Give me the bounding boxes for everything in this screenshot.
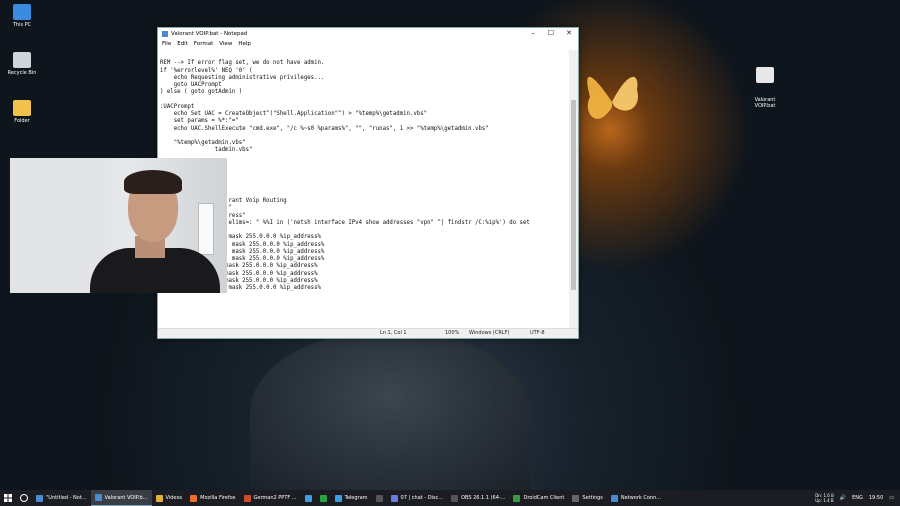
menu-help[interactable]: Help <box>238 41 251 47</box>
taskbar-item-label: 07 | chat - Disc... <box>400 495 444 501</box>
taskbar-item-label: Network Conn... <box>620 495 662 501</box>
wall-device <box>198 203 214 255</box>
window-title: Valorant VOIP.bat - Notepad <box>171 30 248 37</box>
taskbar-item-label: Valorant VOIP.b... <box>104 494 148 501</box>
taskbar-item[interactable]: 07 | chat - Disc... <box>387 490 448 506</box>
taskbar-item[interactable]: German2 PPTF ... <box>240 490 301 506</box>
system-tray: Dn: 1.6 B Up: 1.4 B 🔊 ENG 19:50 ▭ <box>815 490 900 506</box>
maximize-button[interactable]: ☐ <box>542 28 560 39</box>
zoom-level: 100% <box>445 330 460 336</box>
taskbar-item-label: Videos <box>165 495 183 501</box>
line-ending: Windows (CRLF) <box>469 330 510 336</box>
app-icon <box>243 494 251 502</box>
scrollbar-thumb[interactable] <box>571 100 576 290</box>
title-bar[interactable]: Valorant VOIP.bat - Notepad – ☐ ✕ <box>158 28 578 39</box>
volume-icon[interactable]: 🔊 <box>840 495 846 501</box>
status-bar: Ln 1, Col 1 100% Windows (CRLF) UTF-8 <box>158 328 578 338</box>
app-icon <box>155 494 163 502</box>
menu-format[interactable]: Format <box>194 41 213 47</box>
taskbar-item[interactable]: Settings <box>568 490 607 506</box>
taskbar-item[interactable] <box>372 490 387 506</box>
app-icon <box>304 494 312 502</box>
taskbar-item[interactable]: Valorant VOIP.b... <box>90 490 152 506</box>
windows-icon <box>4 494 12 502</box>
app-icon <box>334 494 342 502</box>
taskbar-item-label: Mozilla Firefox <box>200 495 236 501</box>
search-button[interactable] <box>16 490 32 506</box>
taskbar-item-label: OBS 26.1.1 (64-... <box>461 495 506 501</box>
start-button[interactable] <box>0 490 16 506</box>
taskbar-item[interactable] <box>316 490 331 506</box>
vertical-scrollbar[interactable] <box>569 50 578 329</box>
recycle-bin-icon <box>13 52 31 68</box>
encoding: UTF-8 <box>530 330 545 336</box>
taskbar-items: "Untitled - Not... Valorant VOIP.b... Vide… <box>32 490 665 506</box>
close-button[interactable]: ✕ <box>560 28 578 39</box>
webcam-overlay <box>10 158 227 293</box>
app-icon <box>94 494 102 501</box>
wallpaper-cat <box>250 330 530 495</box>
wallpaper-butterfly <box>587 76 638 119</box>
taskbar-item-label: Telegram <box>344 495 368 501</box>
taskbar-item[interactable]: "Untitled - Not... <box>32 490 91 506</box>
app-icon <box>572 494 580 502</box>
computer-icon <box>13 4 31 20</box>
taskbar-item[interactable]: Telegram <box>331 490 372 506</box>
taskbar-item[interactable]: Videos <box>152 490 187 506</box>
taskbar-item[interactable]: Mozilla Firefox <box>186 490 239 506</box>
app-icon <box>451 494 459 502</box>
cursor-position: Ln 1, Col 1 <box>380 330 407 336</box>
clock[interactable]: 19:50 <box>869 495 883 501</box>
network-speed: Dn: 1.6 B Up: 1.4 B <box>815 493 834 503</box>
taskbar-item-label: Settings <box>582 495 603 501</box>
app-icon <box>610 494 618 502</box>
search-icon <box>20 494 28 502</box>
desktop-icon-folder[interactable]: Folder <box>2 100 42 124</box>
desktop-icon-valorant-voip[interactable]: Valorant VOIP.bat <box>745 55 785 115</box>
taskbar-item-label: "Untitled - Not... <box>46 495 87 501</box>
app-icon <box>190 494 198 502</box>
language-indicator[interactable]: ENG <box>852 495 863 501</box>
app-icon <box>319 494 327 502</box>
taskbar: "Untitled - Not... Valorant VOIP.b... Vide… <box>0 490 900 506</box>
person-hair <box>124 170 182 194</box>
menu-edit[interactable]: Edit <box>177 41 188 47</box>
minimize-button[interactable]: – <box>524 28 542 39</box>
desktop-icon-recycle-bin[interactable]: Recycle Bin <box>2 52 42 76</box>
taskbar-item[interactable]: Network Conn... <box>607 490 665 506</box>
menu-file[interactable]: File <box>162 41 171 47</box>
taskbar-item[interactable] <box>301 490 316 506</box>
app-icon <box>390 494 398 502</box>
taskbar-item[interactable]: OBS 26.1.1 (64-... <box>447 490 509 506</box>
app-icon <box>513 494 521 502</box>
taskbar-item-label: DroidCam Client <box>523 495 565 501</box>
taskbar-item[interactable]: DroidCam Client <box>509 490 568 506</box>
menu-bar: File Edit Format View Help <box>158 39 578 49</box>
notepad-icon <box>162 30 168 37</box>
folder-icon <box>13 100 31 116</box>
app-icon <box>36 494 43 502</box>
app-icon <box>375 494 383 502</box>
desktop-icon-this-pc[interactable]: This PC <box>2 4 42 28</box>
menu-view[interactable]: View <box>219 41 232 47</box>
batch-file-icon <box>756 67 774 83</box>
taskbar-item-label: German2 PPTF ... <box>253 495 297 501</box>
notification-icon[interactable]: ▭ <box>889 495 894 501</box>
